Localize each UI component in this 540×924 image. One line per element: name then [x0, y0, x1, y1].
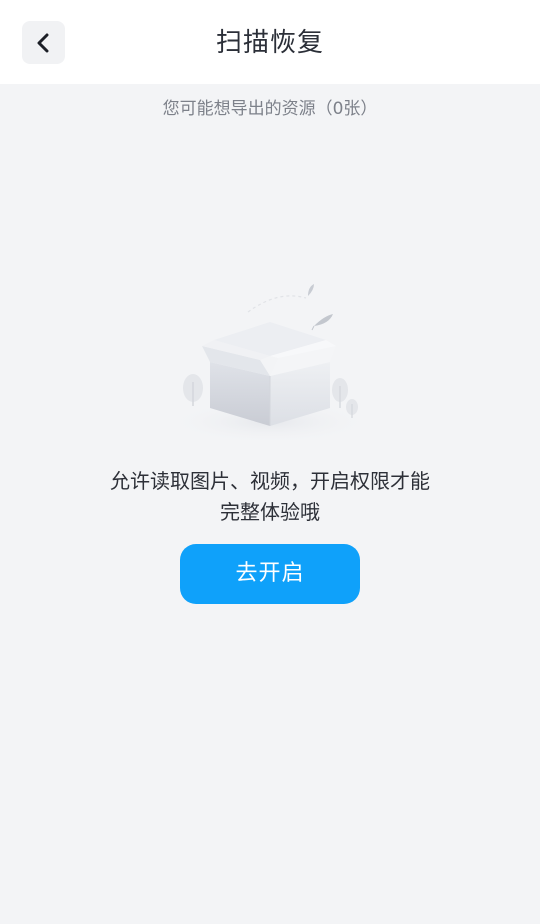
permission-message-line1: 允许读取图片、视频，开启权限才能 — [110, 469, 430, 493]
page-title: 扫描恢复 — [215, 28, 324, 58]
permission-message: 允许读取图片、视频，开启权限才能 完整体验哦 — [90, 466, 450, 528]
top-bar: 扫描恢复 — [0, 0, 540, 84]
permission-message-line2: 完整体验哦 — [220, 500, 320, 524]
empty-box-illustration — [160, 282, 380, 450]
resource-count-subtitle: 您可能想导出的资源（0张） — [162, 99, 378, 119]
enable-permission-button[interactable]: 去开启 — [180, 544, 360, 604]
